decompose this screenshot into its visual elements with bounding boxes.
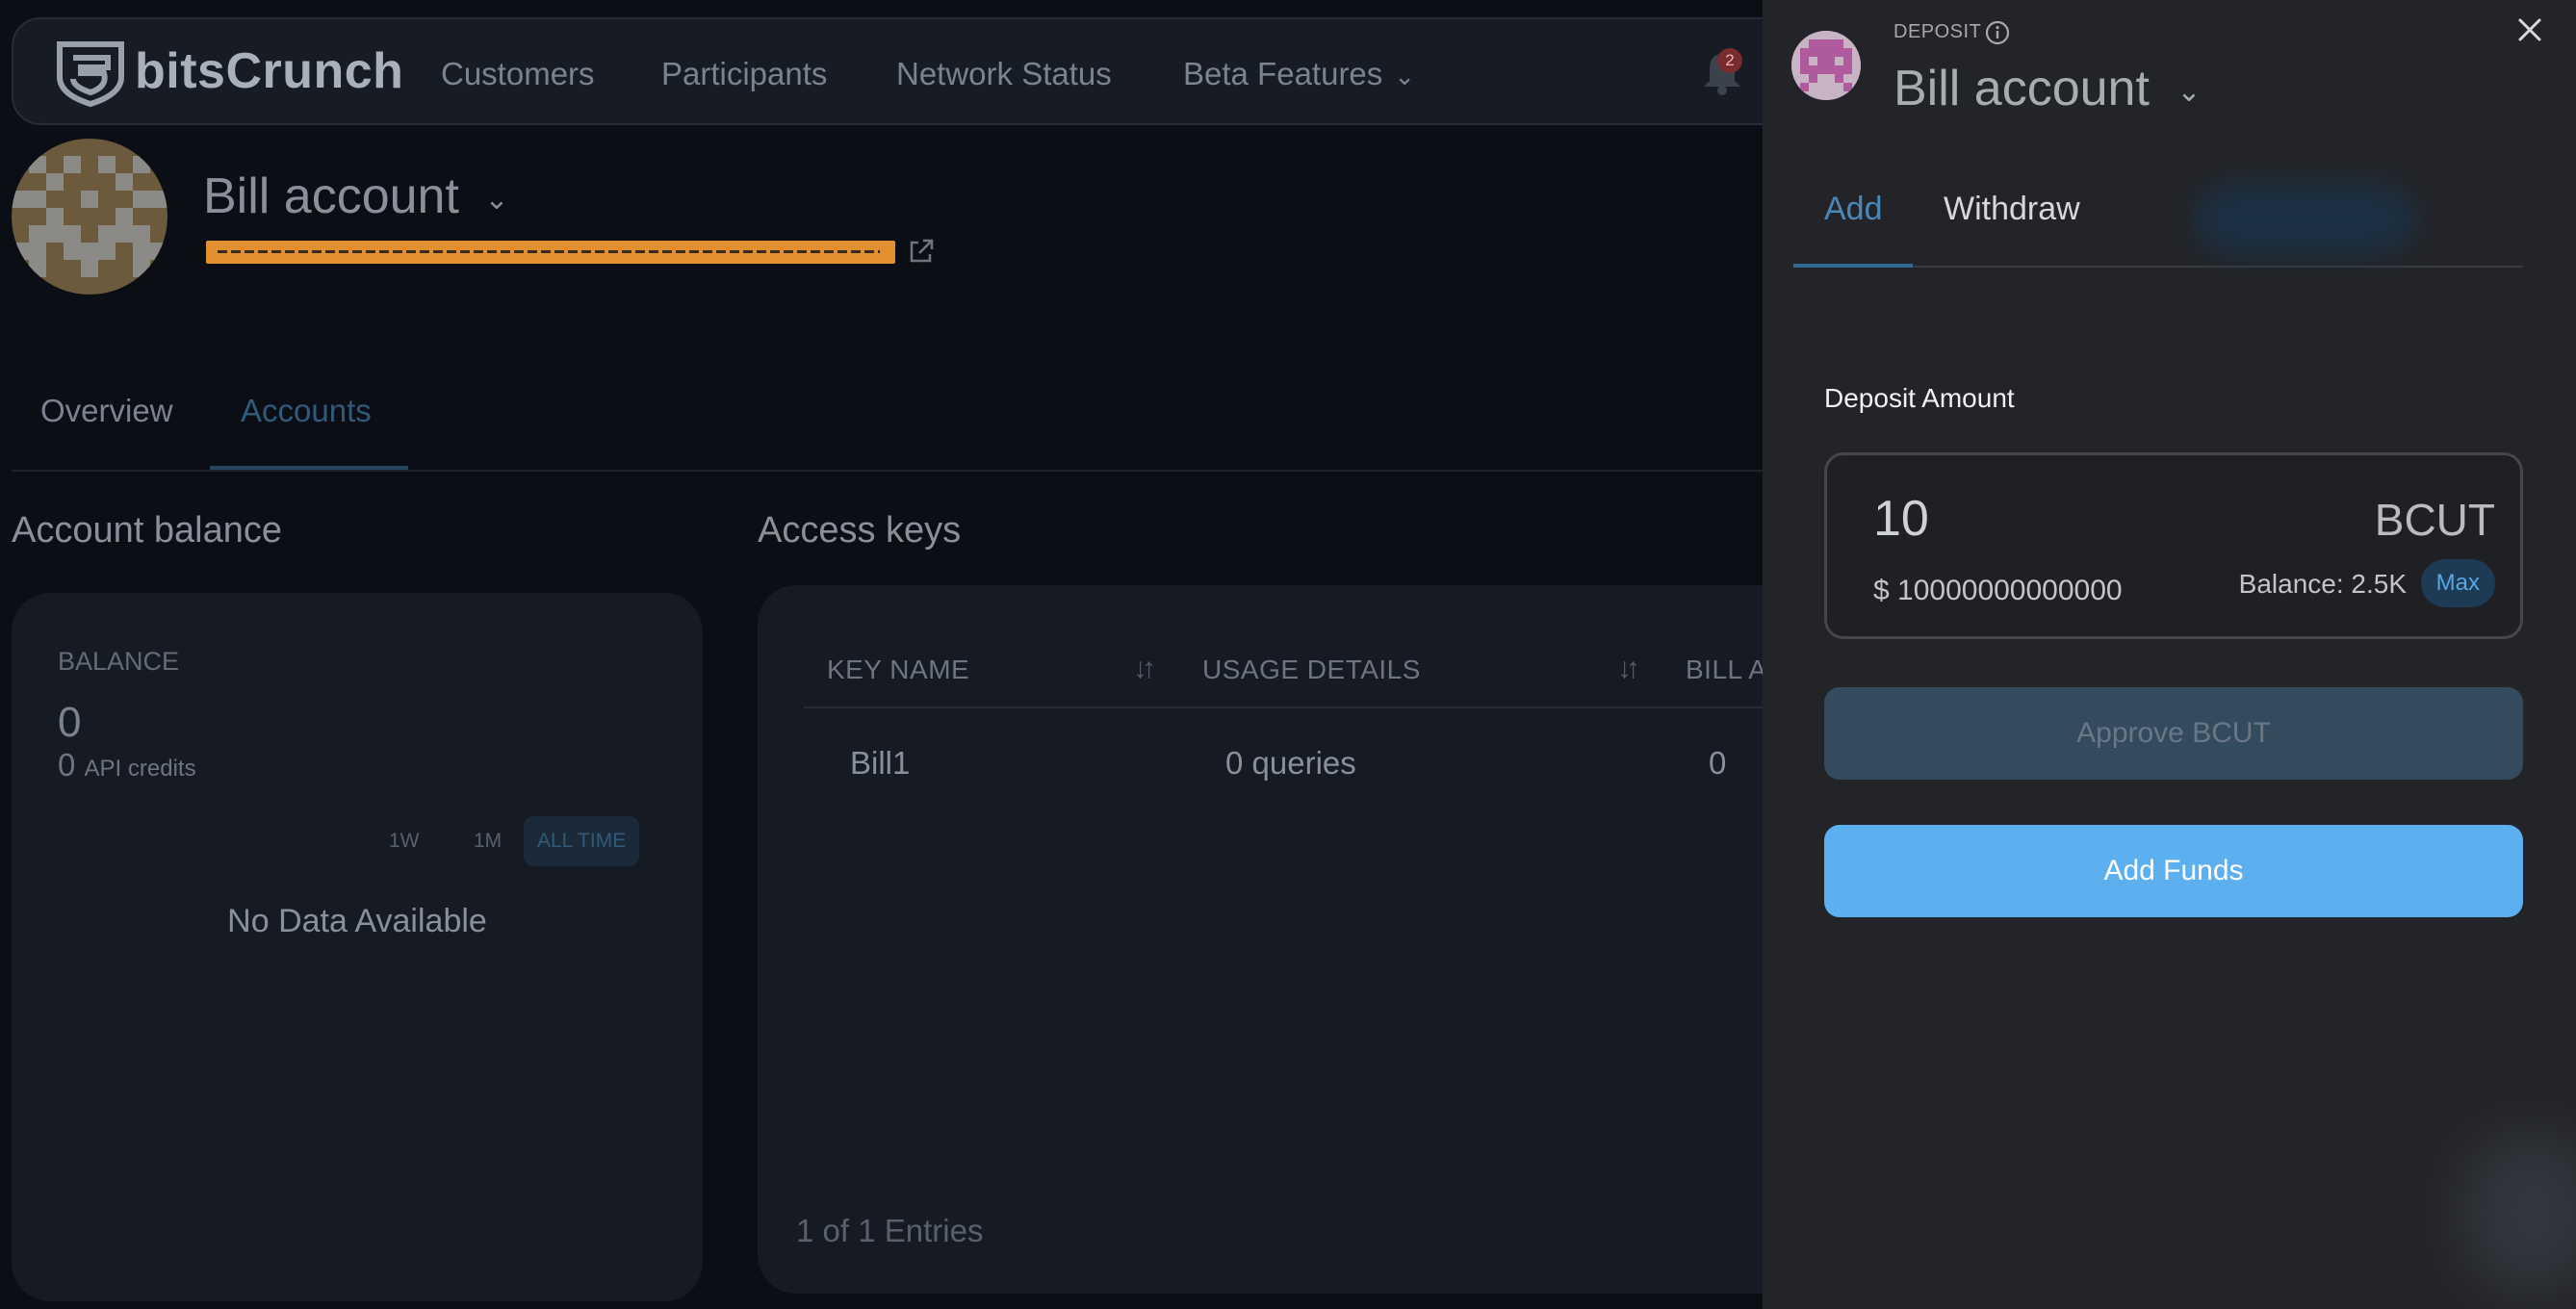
api-credits-value: 0 <box>58 747 76 783</box>
info-icon[interactable] <box>1984 19 2011 46</box>
account-name: Bill account <box>203 168 459 224</box>
account-avatar <box>12 139 167 295</box>
col-bill[interactable]: BILL A <box>1686 654 1766 685</box>
tab-overview[interactable]: Overview <box>40 393 173 429</box>
chevron-down-icon: ⌄ <box>2177 75 2202 108</box>
row-key-name: Bill1 <box>850 745 911 781</box>
range-all-time[interactable]: ALL TIME <box>524 816 640 866</box>
no-data-message: No Data Available <box>227 903 487 939</box>
approve-bcut-button[interactable]: Approve BCUT <box>1824 687 2523 780</box>
deposit-amount-box: BCUT $ 10000000000000 Balance: 2.5K Max <box>1824 452 2523 639</box>
balance-card: BALANCE 0 0 API credits 1W 1M ALL TIME N… <box>12 593 703 1301</box>
deposit-drawer: DEPOSIT Bill account ⌄ Add Withdraw Depo… <box>1763 0 2576 1309</box>
nav-customers[interactable]: Customers <box>441 56 595 92</box>
access-keys-title: Access keys <box>758 510 962 551</box>
drawer-account-selector[interactable]: Bill account ⌄ <box>1893 60 2202 117</box>
main-page: bitsCrunch Customers Participants Networ… <box>0 0 2151 1309</box>
drawer-mode-label: DEPOSIT <box>1893 21 1982 42</box>
range-1w[interactable]: 1W <box>375 816 433 866</box>
max-button[interactable]: Max <box>2420 559 2495 607</box>
sort-icon[interactable]: ↓↑ <box>1617 653 1640 685</box>
blurred-overlay-glow <box>2195 183 2416 256</box>
drawer-account-avatar <box>1791 31 1861 100</box>
usd-equivalent: $ 10000000000000 <box>1873 575 2123 606</box>
nav-participants[interactable]: Participants <box>661 56 827 92</box>
row-bill: 0 <box>1709 745 1727 781</box>
tab-accounts[interactable]: Accounts <box>241 393 372 429</box>
drawer-tab-active-indicator <box>1793 264 1913 268</box>
tab-active-indicator <box>210 466 408 470</box>
chevron-down-icon: ⌄ <box>484 183 509 216</box>
blurred-corner-widget <box>2464 1136 2576 1290</box>
drawer-account-name: Bill account <box>1893 61 2150 116</box>
balance-value: 0 <box>58 699 82 746</box>
access-keys-card: KEY NAME ↓↑ USAGE DETAILS ↓↑ BILL A Bill… <box>758 585 2151 1294</box>
range-1m[interactable]: 1M <box>460 816 515 866</box>
brand-name[interactable]: bitsCrunch <box>135 42 403 100</box>
tabs-divider <box>12 470 1764 472</box>
token-balance: Balance: 2.5K <box>2238 569 2407 599</box>
account-balance-title: Account balance <box>12 510 282 551</box>
add-funds-button[interactable]: Add Funds <box>1824 825 2523 917</box>
api-credits-unit: API credits <box>84 756 196 782</box>
account-selector[interactable]: Bill account ⌄ <box>203 167 509 225</box>
col-key-name[interactable]: KEY NAME <box>827 654 969 685</box>
nav-beta-features-label: Beta Features <box>1183 56 1383 91</box>
top-navbar: bitsCrunch Customers Participants Networ… <box>12 17 1802 125</box>
deposit-amount-label: Deposit Amount <box>1824 383 2015 413</box>
tab-add[interactable]: Add <box>1824 191 1883 228</box>
chevron-down-icon: ⌄ <box>1394 62 1416 90</box>
deposit-amount-input[interactable] <box>1873 490 2181 548</box>
entries-count: 1 of 1 Entries <box>796 1213 984 1248</box>
col-usage-details[interactable]: USAGE DETAILS <box>1202 654 1421 685</box>
close-icon[interactable] <box>2513 13 2546 46</box>
sort-icon[interactable]: ↓↑ <box>1133 653 1156 685</box>
token-symbol: BCUT <box>2374 495 2495 545</box>
nav-network-status[interactable]: Network Status <box>896 56 1112 92</box>
bitscrunch-logo-icon[interactable] <box>52 38 129 108</box>
balance-label: BALANCE <box>58 647 180 676</box>
nav-beta-features[interactable]: Beta Features ⌄ <box>1183 56 1415 92</box>
row-usage: 0 queries <box>1225 745 1356 781</box>
notification-badge: 2 <box>1717 48 1742 73</box>
external-link-icon[interactable] <box>907 237 936 266</box>
redacted-wallet-address <box>206 241 895 264</box>
tab-withdraw[interactable]: Withdraw <box>1944 191 2080 228</box>
api-credits: 0 API credits <box>58 747 196 783</box>
